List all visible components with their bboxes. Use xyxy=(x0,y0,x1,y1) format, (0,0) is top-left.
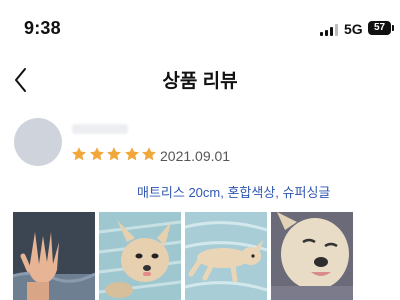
rating-stars xyxy=(71,146,159,166)
star-icon xyxy=(72,147,86,161)
header: 상품 리뷰 xyxy=(0,56,400,104)
review-photo-dog-3[interactable] xyxy=(271,212,353,300)
reviewer-name-blurred xyxy=(72,124,128,134)
star-icon xyxy=(107,147,121,161)
star-icon xyxy=(89,147,104,161)
page-title: 상품 리뷰 xyxy=(162,71,238,92)
review-date: 2021.09.01 xyxy=(160,148,231,164)
avatar xyxy=(14,118,62,166)
battery-cap xyxy=(392,25,394,31)
review-photo-dog-1[interactable] xyxy=(99,212,181,300)
battery-level: 57 xyxy=(373,22,386,33)
review-photo-dog-2[interactable] xyxy=(185,212,267,300)
star-icon xyxy=(142,147,156,161)
product-option: 매트리스 20cm, 혼합색상, 슈퍼싱글 xyxy=(137,185,331,200)
status-bar: 9:38 5G 57 xyxy=(0,0,400,56)
network-type: 5G xyxy=(344,21,363,37)
status-time: 9:38 xyxy=(24,18,61,38)
review-photo-hand[interactable] xyxy=(13,212,95,300)
cellular-signal-icon xyxy=(320,24,340,36)
star-icon xyxy=(124,147,139,161)
review-photos xyxy=(13,212,387,300)
battery-icon: 57 xyxy=(368,21,391,35)
